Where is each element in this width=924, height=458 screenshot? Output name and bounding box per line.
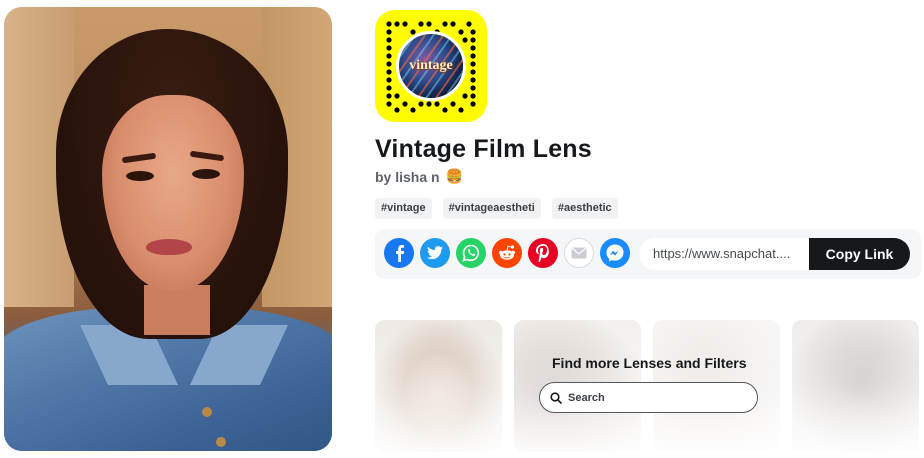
preview-neck <box>144 285 210 335</box>
preview-jacket-button <box>202 407 212 417</box>
lens-preview-image <box>4 7 332 451</box>
share-bar: https://www.snapchat.... Copy Link <box>375 229 921 279</box>
messenger-icon <box>600 238 630 268</box>
preview-eye <box>192 169 220 179</box>
preview-lips <box>146 239 192 255</box>
tag-chip[interactable]: #aesthetic <box>551 198 618 219</box>
lens-title: Vintage Film Lens <box>375 135 592 163</box>
preview-jacket-button <box>216 437 226 447</box>
preview-eye <box>126 171 154 181</box>
snapcode-label: vintage <box>409 58 453 73</box>
pinterest-share-button[interactable] <box>528 238 558 268</box>
snapcode: vintage <box>375 10 487 122</box>
find-more-heading: Find more Lenses and Filters <box>552 355 747 371</box>
tag-chip[interactable]: #vintageaestheti <box>442 198 541 219</box>
copy-link-button[interactable]: Copy Link <box>809 238 910 270</box>
reddit-icon <box>499 245 515 260</box>
facebook-icon <box>396 245 405 262</box>
lens-creator[interactable]: by lisha n 🍔 <box>375 168 463 185</box>
messenger-share-button[interactable] <box>600 238 630 268</box>
search-icon <box>550 391 562 404</box>
burger-emoji-icon: 🍔 <box>445 168 464 184</box>
facebook-share-button[interactable] <box>384 238 414 268</box>
twitter-share-button[interactable] <box>420 238 450 268</box>
creator-name[interactable]: by lisha n <box>375 169 440 185</box>
twitter-icon <box>427 246 443 260</box>
whatsapp-icon <box>462 244 480 262</box>
lens-search-box[interactable] <box>539 382 758 413</box>
tag-list: #vintage #vintageaestheti #aesthetic <box>375 198 618 219</box>
reddit-share-button[interactable] <box>492 238 522 268</box>
tag-chip[interactable]: #vintage <box>375 198 432 219</box>
pinterest-icon <box>536 244 549 262</box>
share-link-field[interactable]: https://www.snapchat.... <box>639 238 811 270</box>
whatsapp-share-button[interactable] <box>456 238 486 268</box>
email-share-button[interactable] <box>564 238 594 268</box>
snapcode-lens-thumbnail: vintage <box>396 31 466 101</box>
search-input[interactable] <box>568 391 738 404</box>
email-icon <box>571 247 587 259</box>
